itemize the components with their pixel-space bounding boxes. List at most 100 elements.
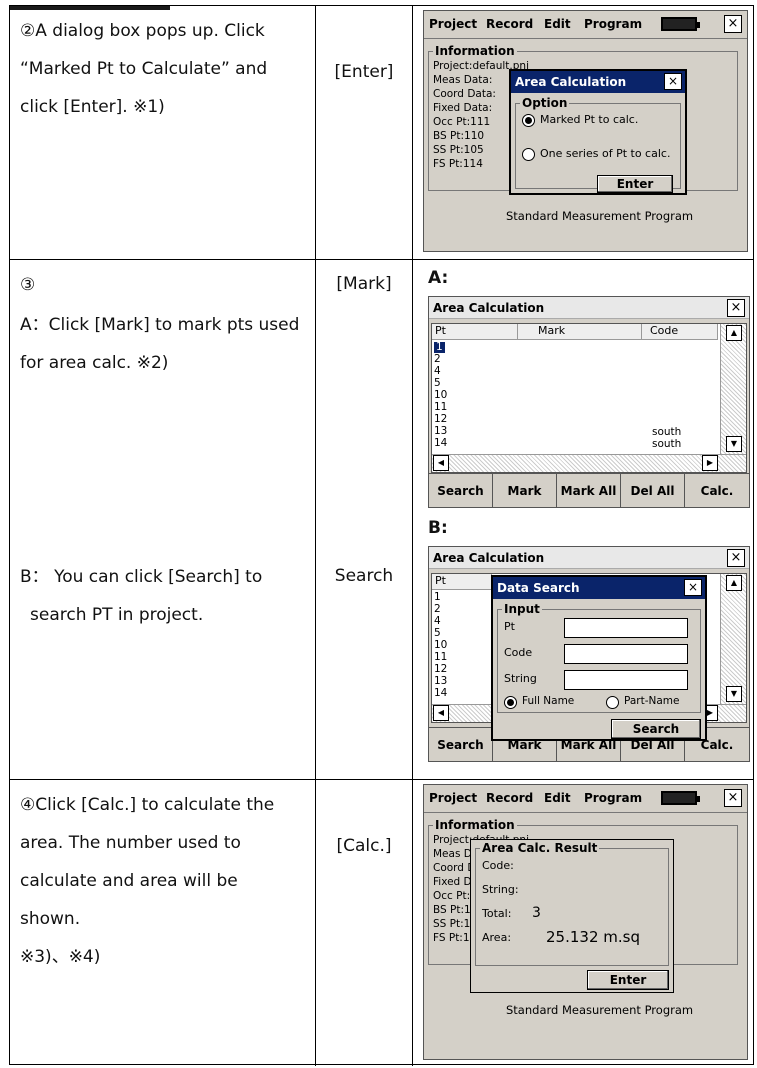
scroll-down-icon[interactable]: ▼ [726,436,742,452]
area-label: Area: [482,931,512,944]
column-pt[interactable]: Pt [432,324,518,340]
dialog-close-icon[interactable]: × [684,579,702,596]
code-cell: south [652,426,682,438]
list-item[interactable]: 12 [434,664,447,675]
screen-b-label: B: [428,518,448,538]
area-result-dialog: Area Calc. Result Code: String: Total: 3… [470,839,674,993]
enter-button[interactable]: Enter [587,970,669,990]
list-item[interactable]: 4 [434,366,441,377]
step-2-text: ②A dialog box pops up. Click “Marked Pt … [20,21,268,117]
list-item[interactable]: 14 [434,688,447,699]
radio-full-name[interactable] [504,696,517,709]
list-item[interactable]: 5 [434,378,441,389]
menu-project[interactable]: Project [429,791,477,805]
key-mark: [Mark] [336,274,392,294]
close-icon[interactable]: × [724,789,742,807]
scroll-right-icon[interactable]: ▶ [702,455,718,471]
list-item[interactable]: 4 [434,616,441,627]
menu-record[interactable]: Record [486,791,533,805]
screen-a-label: A: [428,268,449,288]
code-label: Code [504,646,533,659]
calc-softkey[interactable]: Calc. [685,474,749,507]
step-3a-text: A：Click [Mark] to mark pts used for area… [20,315,300,373]
pt-label: Pt [504,620,515,633]
code-label: Code: [482,859,514,872]
string-label: String [504,672,537,685]
menu-project[interactable]: Project [429,17,477,31]
area-value: 25.132 m.sq [546,928,640,946]
list-item[interactable]: 14 [434,438,447,449]
dialog-title: Data Search [493,577,705,599]
radio-series-pt[interactable] [522,148,535,161]
list-item[interactable]: 2 [434,354,441,365]
step-row-4: ④Click [Calc.] to calculate the area. Th… [10,780,753,1066]
part-name-label: Part-Name [624,695,680,707]
step-4-text: ④Click [Calc.] to calculate the area. Th… [20,795,275,967]
program-footer: Standard Measurement Program [506,1003,694,1017]
column-mark[interactable]: Mark [518,324,642,340]
option-series-label: One series of Pt to calc. [540,147,671,160]
scroll-left-icon[interactable]: ◀ [433,705,449,721]
list-item[interactable]: 13 [434,676,447,687]
pt-input[interactable] [564,618,688,638]
radio-part-name[interactable] [606,696,619,709]
list-item[interactable]: 2 [434,604,441,615]
vertical-scrollbar[interactable] [720,324,746,454]
search-screen: Area Calculation × Pt 1 2 4 5 10 11 12 1… [428,546,750,762]
mark-softkey[interactable]: Mark [493,474,557,507]
softkey-bar: Search Mark Mark All Del All Calc. [429,473,749,507]
list-item[interactable]: 11 [434,402,447,413]
dialog-close-icon[interactable]: × [664,73,682,90]
scroll-up-icon[interactable]: ▲ [726,575,742,591]
menu-bar: Project Record Edit Program × [424,785,747,813]
list-item[interactable]: 10 [434,640,447,651]
menu-program[interactable]: Program [584,791,642,805]
main-screen: Project Record Edit Program × Informatio… [423,10,748,252]
key-calc: [Calc.] [336,836,392,856]
menu-edit[interactable]: Edit [544,791,571,805]
dialog-title: Area Calculation [511,71,685,93]
option-marked-label: Marked Pt to calc. [540,113,639,126]
information-title: Information [433,818,517,832]
scroll-down-icon[interactable]: ▼ [726,686,742,702]
menu-edit[interactable]: Edit [544,17,571,31]
list-item[interactable]: 13 [434,426,447,437]
point-list[interactable]: Pt Mark Code 1 2 4 5 10 11 12 13 14 sout… [431,323,747,473]
close-icon[interactable]: × [724,15,742,33]
del-all-softkey[interactable]: Del All [621,474,685,507]
step-3-number: ③ [20,275,36,295]
code-cell: south [652,438,682,450]
column-code[interactable]: Code [642,324,718,340]
list-item[interactable]: 12 [434,414,447,425]
string-input[interactable] [564,670,688,690]
search-softkey[interactable]: Search [429,474,493,507]
program-footer: Standard Measurement Program [506,209,694,223]
mark-all-softkey[interactable]: Mark All [557,474,621,507]
menu-program[interactable]: Program [584,17,642,31]
search-button[interactable]: Search [611,719,701,739]
step-row-2: ②A dialog box pops up. Click “Marked Pt … [10,6,753,260]
close-icon[interactable]: × [727,299,745,317]
scroll-up-icon[interactable]: ▲ [726,325,742,341]
list-item[interactable]: 1 [434,342,445,353]
area-calculation-dialog: Area Calculation × Option Marked Pt to c… [509,69,687,195]
vertical-scrollbar[interactable] [720,574,746,704]
close-icon[interactable]: × [727,549,745,567]
column-pt[interactable]: Pt [432,574,492,590]
horizontal-scrollbar[interactable] [432,454,746,472]
step-3b-text: B： You can click [Search] to search PT i… [20,567,263,625]
list-item[interactable]: 11 [434,652,447,663]
information-title: Information [433,44,517,58]
scroll-left-icon[interactable]: ◀ [433,455,449,471]
list-item[interactable]: 5 [434,628,441,639]
radio-marked-pt[interactable] [522,114,535,127]
code-input[interactable] [564,644,688,664]
enter-button[interactable]: Enter [597,175,673,193]
menu-record[interactable]: Record [486,17,533,31]
total-label: Total: [482,907,512,920]
list-item[interactable]: 1 [434,592,441,603]
result-title: Area Calc. Result [480,841,600,855]
window-title: Area Calculation [429,297,749,319]
list-item[interactable]: 10 [434,390,447,401]
search-softkey[interactable]: Search [429,728,493,761]
